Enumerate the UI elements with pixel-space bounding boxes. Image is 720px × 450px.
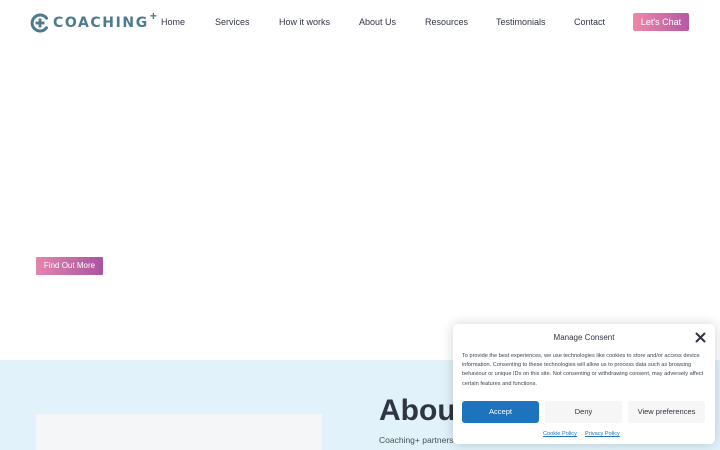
cookie-policy-link[interactable]: Cookie Policy <box>543 430 577 438</box>
circle-plus-icon <box>30 13 50 33</box>
nav-testimonials[interactable]: Testimonials <box>496 16 546 28</box>
logo[interactable]: COACHING + <box>30 9 157 34</box>
site-header: COACHING + Home Services How it works Ab… <box>0 0 720 44</box>
logo-text: COACHING <box>53 15 149 31</box>
find-out-more-button[interactable]: Find Out More <box>36 257 103 275</box>
consent-dialog: Manage Consent To provide the best exper… <box>453 324 715 444</box>
consent-title: Manage Consent <box>553 333 615 342</box>
nav-how-it-works[interactable]: How it works <box>279 16 330 28</box>
privacy-policy-link[interactable]: Privacy Policy <box>585 430 620 438</box>
about-image <box>36 414 322 450</box>
close-icon[interactable] <box>695 332 706 343</box>
nav-resources[interactable]: Resources <box>425 16 468 28</box>
logo-plus: + <box>149 9 157 23</box>
about-text: Coaching+ partners <box>379 435 454 445</box>
accept-button[interactable]: Accept <box>462 401 539 423</box>
consent-body: To provide the best experiences, we use … <box>462 353 704 387</box>
view-preferences-button[interactable]: View preferences <box>628 401 705 423</box>
deny-button[interactable]: Deny <box>545 401 622 423</box>
nav-services[interactable]: Services <box>215 16 250 28</box>
lets-chat-button[interactable]: Let's Chat <box>633 13 689 31</box>
nav-home[interactable]: Home <box>161 16 185 28</box>
nav-about-us[interactable]: About Us <box>359 16 396 28</box>
nav-contact[interactable]: Contact <box>574 16 605 28</box>
